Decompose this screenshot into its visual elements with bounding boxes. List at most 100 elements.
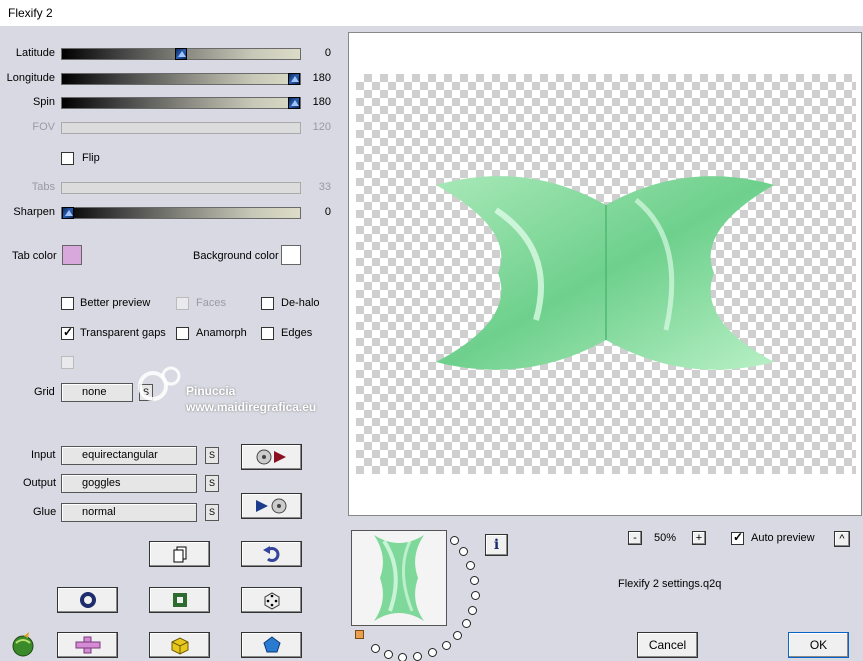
slider-value-3: 120 (312, 121, 331, 133)
slider-label-4: Tabs (31, 181, 55, 193)
slider-track-1[interactable] (61, 73, 301, 85)
position-dot[interactable] (371, 644, 380, 653)
zoom-out-button[interactable]: - (628, 531, 642, 545)
slider-label-1: Longitude (6, 72, 55, 84)
position-dot[interactable] (459, 547, 468, 556)
preview-shape (436, 170, 774, 376)
slider-thumb-5[interactable] (62, 207, 74, 219)
position-dot[interactable] (442, 641, 451, 650)
position-dot[interactable] (450, 536, 459, 545)
auto-preview-label: Auto preview (751, 532, 815, 544)
position-marker[interactable] (355, 630, 364, 639)
input-label: Input (31, 449, 56, 461)
slider-label-2: Spin (32, 96, 55, 108)
grid-select[interactable]: none (61, 383, 133, 402)
position-dot[interactable] (428, 648, 437, 657)
cross-net-icon (75, 636, 100, 654)
play-disc-icon (255, 498, 286, 514)
watermark-name: Pinuccia (186, 384, 236, 398)
slider-value-0: 0 (324, 47, 331, 59)
zoom-in-button[interactable]: + (692, 531, 706, 545)
anamorph-checkbox[interactable] (176, 327, 189, 340)
info-icon: i (493, 537, 500, 553)
position-dot[interactable] (453, 631, 462, 640)
tab-color-label: Tab color (12, 250, 57, 262)
de-halo-checkbox[interactable] (261, 297, 274, 310)
slider-value-5: 0 (324, 206, 331, 218)
background-color-label: Background color (193, 250, 279, 262)
random-button[interactable] (241, 587, 302, 613)
copy-icon (173, 546, 186, 563)
disc-play-icon (256, 449, 286, 465)
load-preset-button[interactable] (241, 444, 302, 470)
output-select[interactable]: goggles (61, 474, 197, 493)
better-preview-label: Better preview (80, 297, 151, 309)
disabled-checkbox (61, 356, 74, 369)
de-halo-label: De-halo (281, 297, 320, 309)
input-s-button[interactable]: S (205, 447, 219, 464)
input-select[interactable]: equirectangular (61, 446, 197, 465)
undo-icon (262, 546, 279, 562)
glue-select[interactable]: normal (61, 503, 197, 522)
cube-button[interactable] (149, 632, 210, 658)
background-color-swatch[interactable] (281, 245, 301, 265)
ring-icon (79, 592, 96, 608)
circle-button[interactable] (57, 587, 118, 613)
better-preview-checkbox[interactable] (61, 297, 74, 310)
slider-thumb-1[interactable] (288, 73, 300, 85)
output-label: Output (23, 477, 57, 489)
dice-icon (264, 592, 279, 610)
info-button[interactable]: i (485, 534, 508, 556)
glue-s-button[interactable]: S (205, 504, 219, 521)
save-preset-button[interactable] (241, 493, 302, 519)
copy-button[interactable] (149, 541, 210, 567)
title-bar: Flexify 2 (0, 0, 863, 26)
flip-checkbox[interactable] (61, 152, 74, 165)
glue-label: Glue (33, 506, 57, 518)
slider-track-5[interactable] (61, 207, 301, 219)
settings-filename: Flexify 2 settings.q2q (618, 578, 722, 590)
position-dot[interactable] (398, 653, 407, 661)
transparent-gaps-label: Transparent gaps (80, 327, 166, 339)
position-dot[interactable] (471, 591, 480, 600)
ok-button[interactable]: OK (788, 632, 849, 658)
position-dot[interactable] (468, 606, 477, 615)
anamorph-label: Anamorph (196, 327, 247, 339)
watermark-logo-icon (133, 362, 187, 412)
cube-icon (171, 637, 188, 655)
edges-checkbox[interactable] (261, 327, 274, 340)
window-title: Flexify 2 (8, 6, 53, 20)
frame-icon (172, 593, 187, 607)
slider-label-5: Sharpen (13, 206, 55, 218)
transparent-gaps-checkbox[interactable] (61, 325, 74, 340)
position-dot[interactable] (466, 561, 475, 570)
tab-color-swatch[interactable] (62, 245, 82, 265)
square-button[interactable] (149, 587, 210, 613)
faces-checkbox[interactable] (176, 297, 189, 310)
output-s-button[interactable]: S (205, 475, 219, 492)
pentagon-button[interactable] (241, 632, 302, 658)
undo-button[interactable] (241, 541, 302, 567)
position-dot[interactable] (470, 576, 479, 585)
slider-label-0: Latitude (15, 47, 55, 59)
zoom-value: 50% (654, 532, 677, 544)
collapse-button[interactable]: ^ (834, 531, 850, 547)
position-dot[interactable] (384, 650, 393, 659)
thumbnail-preview[interactable] (351, 530, 447, 626)
slider-value-1: 180 (312, 72, 331, 84)
grid-label: Grid (34, 386, 55, 398)
slider-value-4: 33 (318, 181, 331, 193)
faces-label: Faces (196, 297, 226, 309)
slider-track-0[interactable] (61, 48, 301, 60)
slider-track-3 (61, 122, 301, 134)
slider-thumb-2[interactable] (288, 97, 300, 109)
cross-button[interactable] (57, 632, 118, 658)
position-dot[interactable] (413, 652, 422, 661)
auto-preview-checkbox[interactable] (731, 530, 744, 545)
watermark-site: www.maidiregrafica.eu (186, 400, 317, 414)
position-dot[interactable] (462, 619, 471, 628)
slider-track-2[interactable] (61, 97, 301, 109)
cancel-button[interactable]: Cancel (637, 632, 698, 658)
slider-label-3: FOV (32, 121, 55, 133)
slider-thumb-0[interactable] (175, 48, 187, 60)
